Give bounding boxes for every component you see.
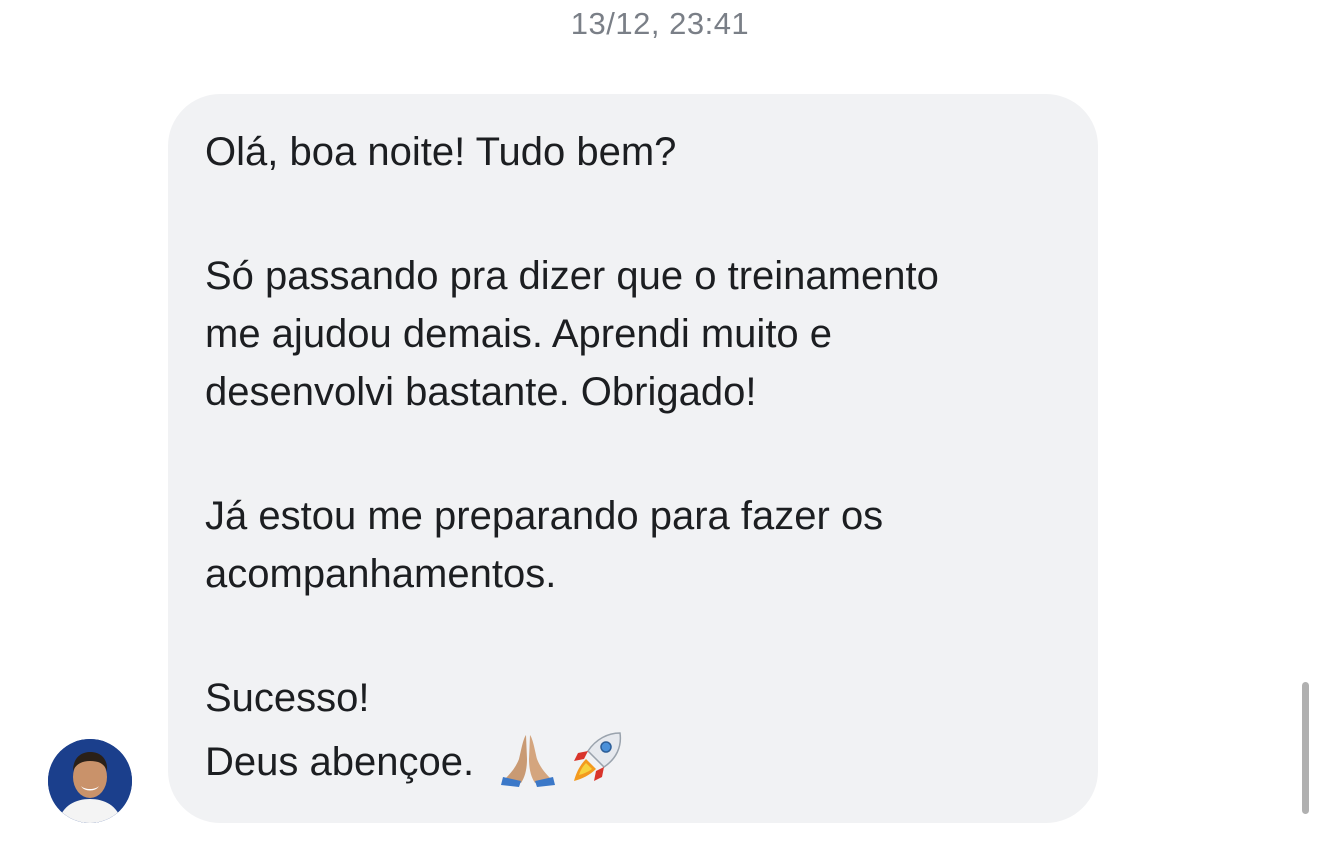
message-line: me ajudou demais. Aprendi muito e (205, 312, 833, 356)
avatar[interactable] (48, 739, 132, 823)
praying-hands-icon (501, 735, 556, 788)
rocket-icon (574, 732, 622, 782)
message-line: desenvolvi bastante. Obrigado! (205, 370, 757, 414)
avatar-photo (48, 739, 132, 823)
message-last-line: Deus abençoe. (205, 732, 626, 793)
scrollbar[interactable] (1302, 682, 1309, 814)
message-bubble[interactable]: Olá, boa noite! Tudo bem? Só passando pr… (168, 94, 1098, 823)
message-line: acompanhamentos. (205, 552, 557, 596)
message-line: Já estou me preparando para fazer os (205, 494, 884, 538)
message-timestamp: 13/12, 23:41 (570, 6, 750, 41)
message-line: Deus abençoe. (205, 740, 475, 784)
message-line: Só passando pra dizer que o treinamento (205, 254, 939, 298)
message-line: Sucesso! (205, 676, 370, 720)
message-line: Olá, boa noite! Tudo bem? (205, 130, 677, 174)
